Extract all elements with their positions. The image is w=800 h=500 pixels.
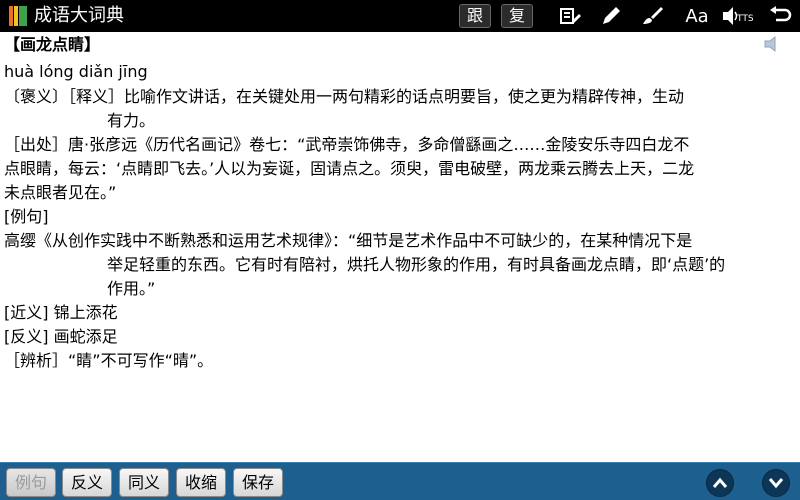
- follow-button[interactable]: 跟: [459, 4, 491, 28]
- font-size-button[interactable]: Aa: [684, 5, 710, 27]
- source-line: 点眼睛，每云：‘点睛即飞去。’人以为妄诞，固请点之。须臾，雷电破壁，两龙乘云腾去…: [4, 159, 695, 178]
- example-line: 高缨《从创作实践中不断熟悉和运用艺术规律》：“细节是艺术作品中不可缺少的，在某种…: [4, 231, 693, 250]
- top-bar: 成语大词典 跟 复 Aa TTS: [0, 0, 800, 32]
- app-title: 成语大词典: [34, 5, 124, 26]
- back-icon[interactable]: [768, 5, 792, 27]
- save-button[interactable]: 保存: [233, 468, 283, 497]
- entry-title: 【画龙点睛】: [4, 35, 101, 54]
- definition-line: 有力。: [107, 111, 156, 130]
- tts-speaker-icon[interactable]: TTS: [721, 5, 755, 27]
- app-logo-icon: [9, 6, 27, 26]
- entry-pinyin: huà lóng diǎn jīng: [4, 62, 148, 81]
- example-line: 作用。”: [107, 279, 156, 298]
- note-list-icon[interactable]: [559, 5, 581, 27]
- source-line: 未点眼者见在。”: [4, 183, 117, 202]
- example-button[interactable]: 例句: [6, 468, 56, 497]
- pronounce-speaker-icon[interactable]: [762, 34, 784, 54]
- scroll-down-button[interactable]: [762, 469, 790, 497]
- antonym-line: [反义] 画蛇添足: [4, 327, 118, 346]
- chevron-up-icon: [712, 477, 728, 488]
- note-line: ［辨析］“睛”不可写作“晴”。: [4, 351, 214, 370]
- bottom-bar: 例句 反义 同义 收缩 保存: [0, 462, 800, 500]
- synonym-button[interactable]: 同义: [119, 468, 169, 497]
- antonym-button[interactable]: 反义: [62, 468, 112, 497]
- tts-label: TTS: [737, 14, 754, 24]
- example-heading: [例句]: [4, 207, 49, 226]
- example-line: 举足轻重的东西。它有时有陪衬，烘托人物形象的作用，有时具备画龙点睛，即‘点题’的: [107, 255, 726, 274]
- pen-icon[interactable]: [600, 5, 622, 27]
- definition-line: 〔褒义〕［释义］比喻作文讲话，在关键处用一两句精彩的话点明要旨，使之更为精辟传神…: [4, 87, 685, 106]
- chevron-down-icon: [768, 478, 784, 489]
- collapse-button[interactable]: 收缩: [176, 468, 226, 497]
- brush-icon[interactable]: [641, 5, 663, 27]
- source-line: ［出处］唐·张彦远《历代名画记》卷七：“武帝崇饰佛寺，多命僧繇画之……金陵安乐寺…: [4, 135, 690, 154]
- scroll-up-button[interactable]: [706, 469, 734, 497]
- review-button[interactable]: 复: [501, 4, 533, 28]
- synonym-line: [近义] 锦上添花: [4, 303, 118, 322]
